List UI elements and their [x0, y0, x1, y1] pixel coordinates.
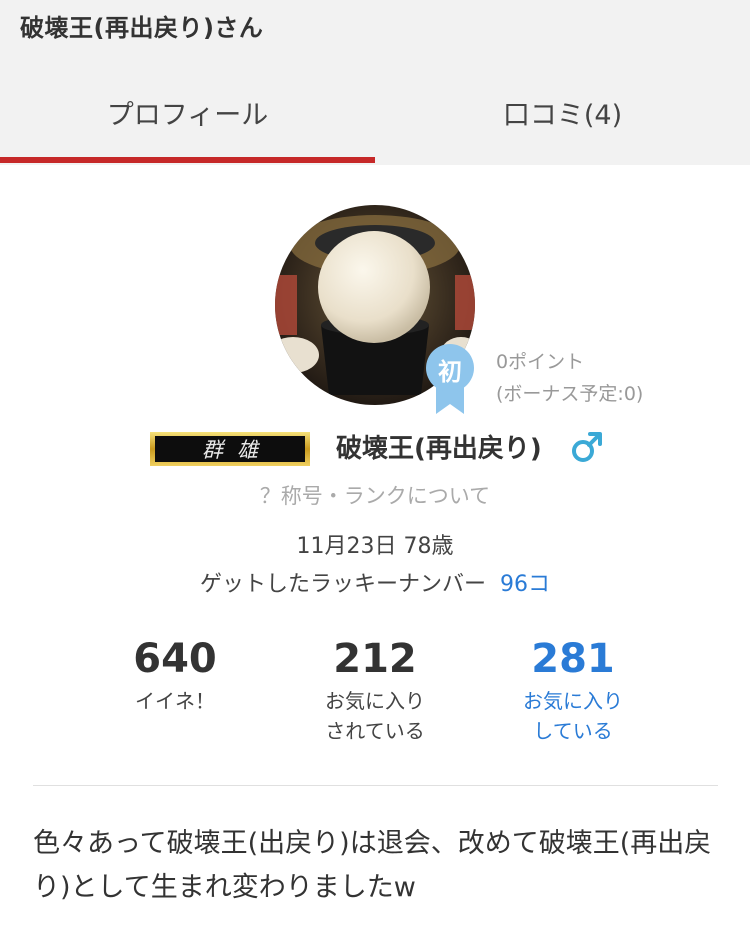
profile-bio: 色々あって破壊王(出戻り)は退会、改めて破壊王(再出戻り)として生まれ変わりまし… [33, 828, 712, 903]
birthday-age: 11月23日 78歳 [296, 534, 454, 559]
points-value: 0ポイント [496, 351, 585, 373]
tab-reviews[interactable]: 口コミ(4) [375, 60, 750, 165]
likes-count: 640 [133, 636, 217, 682]
active-tab-indicator [0, 157, 375, 163]
lucky-number-value[interactable]: 96コ [500, 572, 550, 597]
first-badge: 初 [424, 344, 476, 416]
lucky-number-row: ゲットしたラッキーナンバー 96コ [0, 566, 750, 598]
lucky-number-label: ゲットしたラッキーナンバー [199, 572, 486, 597]
rank-title: 群雄 [202, 438, 272, 462]
favoriting-label-line1[interactable]: お気に入り [473, 686, 673, 716]
points-info: 0ポイント (ボーナス予定:0) [496, 346, 643, 410]
username: 破壊王(再出戻り) [336, 434, 542, 464]
likes-label: イイネ！ [135, 689, 215, 713]
bonus-value: (ボーナス予定:0) [496, 383, 644, 405]
rank-plate: 群雄 [150, 432, 310, 466]
stat-likes: 640 イイネ！ [75, 632, 275, 716]
stat-favorited: 212 お気に入り されている [275, 632, 475, 746]
divider [33, 785, 718, 786]
favorited-label-line1: お気に入り [325, 689, 425, 713]
favorited-count: 212 [333, 636, 417, 682]
favoriting-label-line2[interactable]: している [473, 716, 673, 746]
top-bar: 破壊王(再出戻り)さん プロフィール 口コミ(4) [0, 0, 750, 165]
rank-help-link[interactable]: ？称号・ランクについて [0, 480, 750, 510]
favoriting-count[interactable]: 281 [473, 632, 673, 686]
favorited-label-line2: されている [325, 719, 425, 743]
male-icon [572, 432, 602, 462]
stat-favoriting[interactable]: 281 お気に入り している [473, 632, 673, 746]
page-title: 破壊王(再出戻り)さん [20, 14, 264, 42]
badge-label: 初 [438, 358, 462, 386]
tab-profile[interactable]: プロフィール [0, 60, 375, 165]
